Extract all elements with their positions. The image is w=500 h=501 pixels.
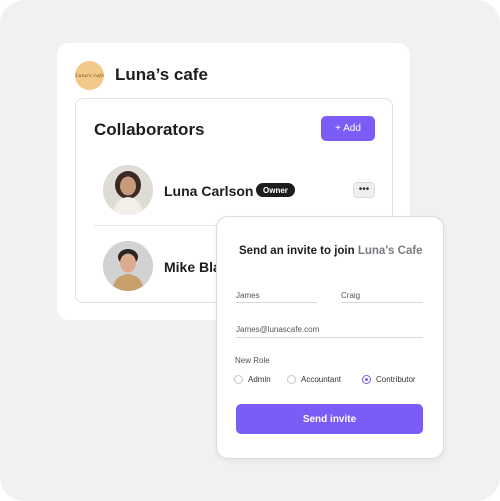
brand-logo: Luna's cafe xyxy=(75,61,104,90)
invite-title: Send an invite to join Luna's Cafe xyxy=(239,245,423,257)
role-option-accountant[interactable]: Accountant xyxy=(287,375,341,384)
invite-title-workspace: Luna's Cafe xyxy=(357,245,423,257)
role-option-label: Admin xyxy=(248,375,271,384)
brand-logo-text: Luna's cafe xyxy=(75,72,104,79)
radio-selected-icon[interactable] xyxy=(362,375,371,384)
last-name-input[interactable] xyxy=(341,291,423,300)
last-name-field xyxy=(341,285,423,303)
radio-icon[interactable] xyxy=(234,375,243,384)
more-horizontal-icon: ••• xyxy=(358,184,370,195)
workspace-name: Luna’s cafe xyxy=(115,65,208,84)
role-label: New Role xyxy=(235,356,270,365)
avatar xyxy=(103,241,153,291)
collaborator-name: Mike Bla xyxy=(164,259,221,275)
role-option-admin[interactable]: Admin xyxy=(234,375,271,384)
radio-icon[interactable] xyxy=(287,375,296,384)
first-name-field xyxy=(236,285,317,303)
add-collaborator-button[interactable]: + Add xyxy=(321,116,375,141)
invite-title-prefix: Send an invite to join xyxy=(239,245,358,257)
canvas: Luna's cafe Luna’s cafe Collaborators + … xyxy=(0,0,500,501)
collaborator-name: Luna Carlson xyxy=(164,183,254,199)
more-options-button[interactable]: ••• xyxy=(353,182,375,198)
collaborators-title: Collaborators xyxy=(94,120,205,139)
role-option-label: Accountant xyxy=(301,375,342,384)
first-name-input[interactable] xyxy=(236,291,317,300)
avatar xyxy=(103,165,153,215)
owner-badge: Owner xyxy=(256,183,295,197)
role-option-contributor[interactable]: Contributor xyxy=(362,375,416,384)
send-invite-button[interactable]: Send invite xyxy=(236,404,423,434)
role-option-label: Contributor xyxy=(376,375,416,384)
invite-dialog: Send an invite to join Luna's Cafe New R… xyxy=(216,216,444,459)
email-input[interactable] xyxy=(236,325,423,334)
email-field xyxy=(236,319,423,338)
